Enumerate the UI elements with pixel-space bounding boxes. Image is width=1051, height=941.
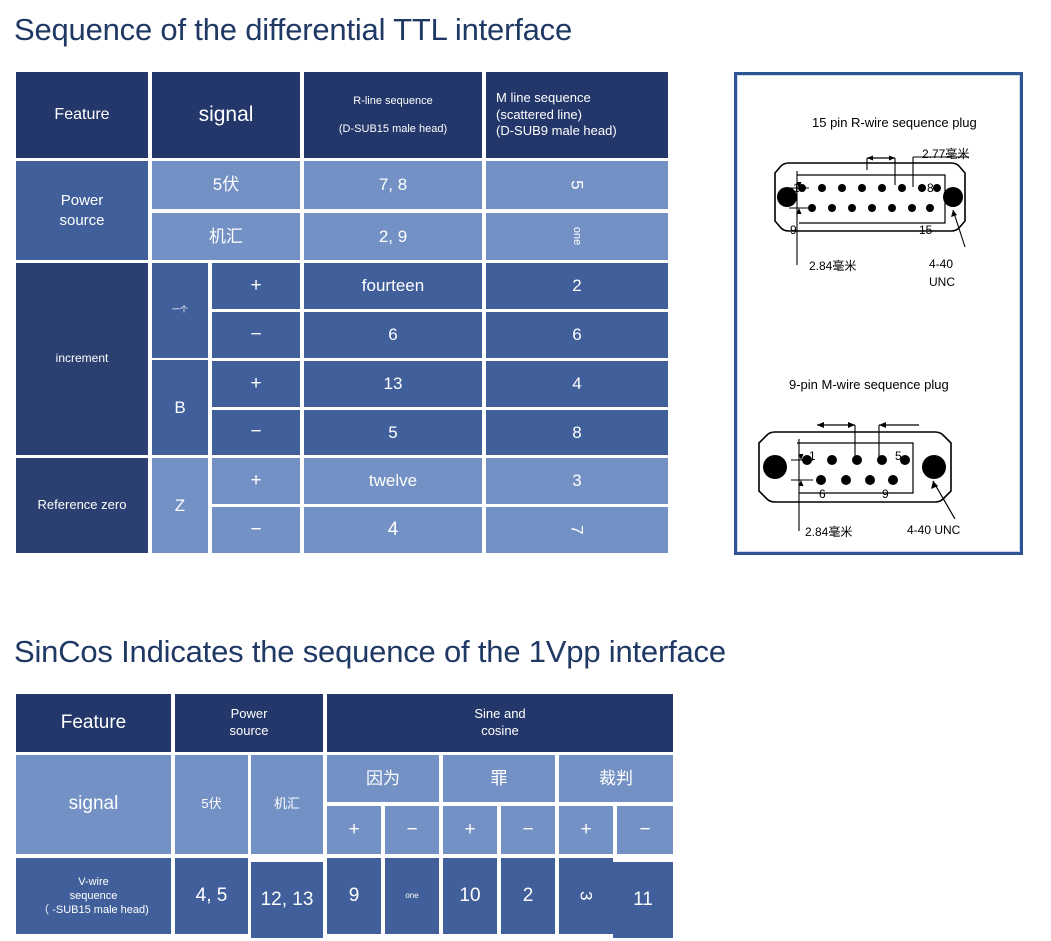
slide-root: Sequence of the differential TTL interfa… bbox=[0, 0, 1051, 941]
t2-header-power: Power source bbox=[175, 694, 323, 752]
t1-r7-rline: 4 bbox=[304, 507, 482, 553]
t1-header-r-line: R-line sequence (D-SUB15 male head) bbox=[304, 72, 482, 158]
t1-r5-mline: 8 bbox=[486, 410, 668, 455]
t2-pin-value-6: 3 bbox=[559, 858, 613, 934]
t1-header-signal: signal bbox=[152, 72, 300, 158]
t1-r0-signal: 5伏 bbox=[152, 161, 300, 209]
t2-pin-value-3: one bbox=[385, 858, 439, 934]
t2-pin-row-label-line1: V-wire bbox=[78, 875, 109, 888]
t2-pair-0-plus: + bbox=[327, 806, 381, 854]
t1-r0-mline: 5 bbox=[486, 161, 668, 209]
t2-pin-row-label: V-wire sequence （ -SUB15 male head) bbox=[16, 858, 171, 934]
t1-r3-rline: 6 bbox=[304, 312, 482, 358]
t2-header-sine-cosine: Sine and cosine bbox=[327, 694, 673, 752]
t1-r5-sign: − bbox=[212, 410, 300, 455]
t1-r4-mline: 4 bbox=[486, 361, 668, 407]
t1-r0-mline-value: 5 bbox=[567, 180, 587, 190]
t1-r2-rline: fourteen bbox=[304, 263, 482, 309]
t2-pair-2-name: 裁判 bbox=[559, 755, 673, 802]
t2-pair-1-minus: − bbox=[501, 806, 555, 854]
t2-pin-value-7: 11 bbox=[613, 862, 673, 938]
t1-group-power-line2: source bbox=[59, 211, 105, 229]
t1-r5-rline: 5 bbox=[304, 410, 482, 455]
t1-r1-signal: 机汇 bbox=[152, 213, 300, 260]
t2-pin-value-1: 12, 13 bbox=[251, 862, 323, 938]
t1-r7-sign: − bbox=[212, 507, 300, 553]
t1-r1-rline: 2, 9 bbox=[304, 213, 482, 260]
t2-pair-1-plus: + bbox=[443, 806, 497, 854]
t2-pair-0-name: 因为 bbox=[327, 755, 439, 802]
t2-header-feature: Feature bbox=[16, 694, 171, 752]
t2-header-power-line1: Power bbox=[230, 706, 268, 722]
t1-axis-z: Z bbox=[152, 458, 208, 553]
diagram-bottom-drawing bbox=[758, 422, 956, 531]
page-title-sincos: SinCos Indicates the sequence of the 1Vp… bbox=[14, 634, 726, 669]
t1-r7-mline-value: 7 bbox=[567, 525, 587, 535]
t2-pair-1-name: 罪 bbox=[443, 755, 555, 802]
t2-pin-row-label-line2: sequence bbox=[69, 889, 118, 902]
t2-pin-value-6-text: 3 bbox=[576, 891, 596, 901]
t2-header-sine-line1: Sine and bbox=[474, 706, 526, 722]
t1-group-increment: increment bbox=[16, 263, 148, 455]
t1-r4-sign: + bbox=[212, 361, 300, 407]
t2-pair-2-minus: − bbox=[617, 806, 673, 854]
t1-r6-mline: 3 bbox=[486, 458, 668, 504]
t1-header-r-line-line1: R-line sequence bbox=[353, 94, 433, 107]
page-title-ttl: Sequence of the differential TTL interfa… bbox=[14, 12, 573, 47]
t1-r3-sign: − bbox=[212, 312, 300, 358]
t1-r1-mline: one bbox=[486, 213, 668, 260]
t1-header-m-line-line1: M line sequence bbox=[496, 90, 591, 106]
t2-signal-power-5v: 5伏 bbox=[175, 755, 248, 854]
t1-header-r-line-line2: (D-SUB15 male head) bbox=[338, 123, 448, 135]
t1-r2-sign: + bbox=[212, 263, 300, 309]
t1-r1-mline-value: one bbox=[571, 227, 584, 246]
t2-pair-0-minus: − bbox=[385, 806, 439, 854]
t1-axis-a: 一个 bbox=[152, 263, 208, 358]
t1-group-power-line1: Power bbox=[60, 192, 104, 210]
t1-axis-b: B bbox=[152, 360, 208, 455]
t1-header-m-line-line3: (D-SUB9 male head) bbox=[496, 123, 617, 139]
t1-group-reference-zero: Reference zero bbox=[16, 458, 148, 553]
t1-r7-mline: 7 bbox=[486, 507, 668, 553]
t1-r2-mline: 2 bbox=[486, 263, 668, 309]
t1-r3-mline: 6 bbox=[486, 312, 668, 358]
t2-pin-value-4: 10 bbox=[443, 858, 497, 934]
t2-signal-power-gnd: 机汇 bbox=[251, 755, 323, 854]
t2-pin-value-5: 2 bbox=[501, 858, 555, 934]
diagram-top-drawing bbox=[774, 155, 969, 265]
t2-pin-row-label-line3: （ -SUB15 male head) bbox=[38, 904, 149, 917]
t2-header-power-line2: source bbox=[229, 723, 269, 738]
t2-pin-value-0: 4, 5 bbox=[175, 858, 248, 934]
t1-r0-rline: 7, 8 bbox=[304, 161, 482, 209]
t1-r6-sign: + bbox=[212, 458, 300, 504]
t1-header-m-line: M line sequence (scattered line) (D-SUB9… bbox=[486, 72, 668, 158]
t1-group-power-source: Power source bbox=[16, 161, 148, 260]
t2-pin-value-2: 9 bbox=[327, 858, 381, 934]
t1-header-m-line-line2: (scattered line) bbox=[496, 106, 582, 122]
t2-pair-2-plus: + bbox=[559, 806, 613, 854]
connector-diagram-panel: 15 pin R-wire sequence plug 2.77毫米 2.84毫… bbox=[734, 72, 1023, 555]
t1-header-feature: Feature bbox=[16, 72, 148, 158]
t1-r6-rline: twelve bbox=[304, 458, 482, 504]
t1-r4-rline: 13 bbox=[304, 361, 482, 407]
t2-signal-label: signal bbox=[16, 755, 171, 854]
t2-header-sine-line2: cosine bbox=[481, 723, 519, 738]
